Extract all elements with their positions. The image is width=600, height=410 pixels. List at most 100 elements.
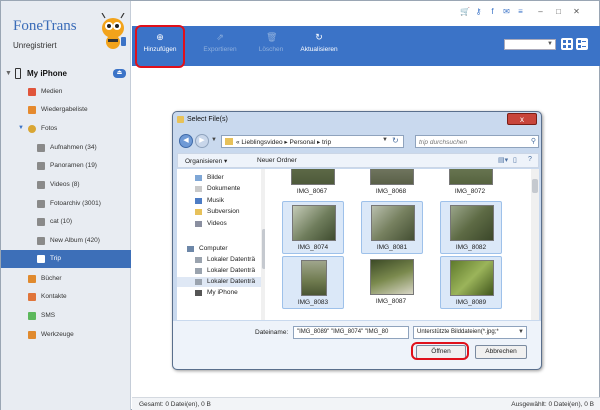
nav-item-local-disk-3[interactable]: Lokaler Datenträ [177,277,261,287]
cart-icon[interactable]: 🛒 [460,7,470,17]
breadcrumb-item[interactable]: trip [322,139,331,146]
list-view-button[interactable] [576,38,588,50]
dialog-close-button[interactable]: x [507,113,537,125]
folder-icon [225,138,233,145]
search-input[interactable] [419,137,519,147]
breadcrumb-item[interactable]: Lieblingsvideo [241,139,282,146]
app-name: FoneTrans [13,18,77,34]
sidebar-item-fotoarchiv[interactable]: Fotoarchiv (3001) [1,195,131,213]
export-button[interactable]: ⇗ Exportieren [192,26,248,66]
eject-icon[interactable]: ⏏ [113,69,126,78]
album-icon [37,237,45,245]
grid-view-button[interactable] [561,38,573,50]
new-folder-button[interactable]: Neuer Ordner [257,157,297,164]
sidebar-item-sms[interactable]: SMS [1,307,131,325]
sidebar-item-label: Fotoarchiv (3001) [50,200,101,207]
preview-pane-icon[interactable]: ▯ [513,156,517,164]
drive-icon [195,257,202,263]
close-icon[interactable]: ✕ [572,7,581,17]
status-selected: Ausgewählt: 0 Datei(en), 0 B [511,401,594,408]
file-name: IMG_8082 [455,244,487,251]
filename-input[interactable]: "IMG_8089" "IMG_8074" "IMG_80 [293,326,409,339]
file-thumbnail[interactable]: IMG_8081 [361,201,423,254]
drive-icon [195,279,202,285]
file-name: IMG_8067 [296,188,328,195]
sidebar-item-aufnahmen[interactable]: Aufnahmen (34) [1,139,131,157]
nav-item-musik[interactable]: Musik [177,196,261,206]
file-thumbnail[interactable]: IMG_8083 [282,256,344,309]
nav-item-local-disk-1[interactable]: Lokaler Datenträ [177,255,261,265]
registration-status: Unregistriert [13,41,57,50]
sidebar-item-medien[interactable]: Medien [1,83,131,101]
nav-item-subversion[interactable]: Subversion [177,207,261,217]
sidebar-item-panoramen[interactable]: Panoramen (19) [1,157,131,175]
trash-icon: 🗑 [266,32,278,42]
chat-icon[interactable]: ✉ [502,7,511,17]
file-thumbnail[interactable]: IMG_8087 [361,256,423,309]
nav-item-label: Lokaler Datenträ [207,267,256,274]
highlight-add-button [135,25,185,68]
expand-triangle-icon[interactable]: ▼ [18,125,24,131]
nav-item-computer[interactable]: Computer [177,244,261,254]
breadcrumb-item[interactable]: Personal [290,139,316,146]
brand-area: FoneTrans Unregistriert [7,11,131,55]
facebook-icon[interactable]: f [488,7,497,17]
nav-item-my-iphone[interactable]: My iPhone [177,288,261,298]
photo-image [449,169,493,185]
breadcrumb: « Lieblingsvideo ▸ Personal ▸ trip [236,139,332,146]
sidebar-item-label: Panoramen (19) [50,162,97,169]
file-thumbnail[interactable]: IMG_8089 [440,256,502,309]
videos-icon [195,221,202,227]
photo-image [291,169,335,185]
collapse-triangle-icon[interactable]: ▼ [5,70,12,77]
key-icon[interactable]: ⚷ [474,7,483,17]
nav-item-label: Videos [207,220,227,227]
address-bar[interactable]: « Lieblingsvideo ▸ Personal ▸ trip ▼ ↻ [221,135,404,148]
album-icon [37,144,45,152]
file-thumbnail[interactable]: IMG_8074 [282,201,344,254]
minimize-icon[interactable]: – [536,7,545,17]
nav-item-local-disk-2[interactable]: Lokaler Datenträ [177,266,261,276]
device-row[interactable]: ▼ My iPhone ⏏ [1,67,131,81]
filetype-select[interactable]: Unterstützte Bilddateien(*.jpg;* ▼ [413,326,527,339]
back-button[interactable]: ◀ [179,134,193,148]
sidebar-item-videos[interactable]: Videos (8) [1,176,131,194]
refresh-button[interactable]: ↻ Aktualisieren [294,26,344,66]
sidebar-item-label: Medien [41,88,63,95]
sidebar-item-fotos[interactable]: ▼ Fotos [1,120,131,138]
mascot-logo [101,13,126,49]
file-name: IMG_8083 [297,299,329,306]
menu-icon[interactable]: ≡ [516,7,525,17]
history-dropdown-icon[interactable]: ▼ [211,137,217,143]
help-icon[interactable]: ? [528,156,532,163]
sidebar-item-wiedergabeliste[interactable]: Wiedergabeliste [1,101,131,119]
nav-item-bilder[interactable]: Bilder [177,173,261,183]
sidebar-item-label: Werkzeuge [41,331,74,338]
view-options-icon[interactable]: ▤▾ [498,156,508,164]
cancel-button[interactable]: Abbrechen [475,345,527,359]
delete-button[interactable]: 🗑 Löschen [248,26,294,66]
sidebar-item-werkzeuge[interactable]: Werkzeuge [1,326,131,344]
nav-item-videos[interactable]: Videos [177,219,261,229]
dialog-navbar: ◀ ▶ ▼ « Lieblingsvideo ▸ Personal ▸ trip… [177,132,539,150]
sidebar-item-new-album[interactable]: New Album (420) [1,232,131,250]
file-thumbnail[interactable]: IMG_8082 [440,201,502,254]
maximize-icon[interactable]: □ [554,7,563,17]
organize-button[interactable]: Organisieren ▾ [185,157,227,165]
view-filter-select[interactable]: ▼ [504,39,556,50]
search-icon: ⚲ [530,138,536,145]
sidebar-item-cat[interactable]: cat (10) [1,213,131,231]
nav-item-dokumente[interactable]: Dokumente [177,184,261,194]
file-scrollbar[interactable] [531,169,539,320]
refresh-icon[interactable]: ↻ [392,136,399,145]
nav-item-label: Bilder [207,174,224,181]
forward-button[interactable]: ▶ [195,134,209,148]
navigation-pane: Bilder Dokumente Musik Subversion Videos… [177,169,267,320]
sidebar-item-trip[interactable]: Trip [1,250,131,268]
address-dropdown-icon[interactable]: ▼ [382,137,388,143]
scrollbar-thumb[interactable] [532,179,538,193]
toolbox-icon [28,331,36,339]
sidebar-item-kontakte[interactable]: Kontakte [1,288,131,306]
sidebar-item-buecher[interactable]: Bücher [1,270,131,288]
sidebar-item-label: Bücher [41,275,62,282]
